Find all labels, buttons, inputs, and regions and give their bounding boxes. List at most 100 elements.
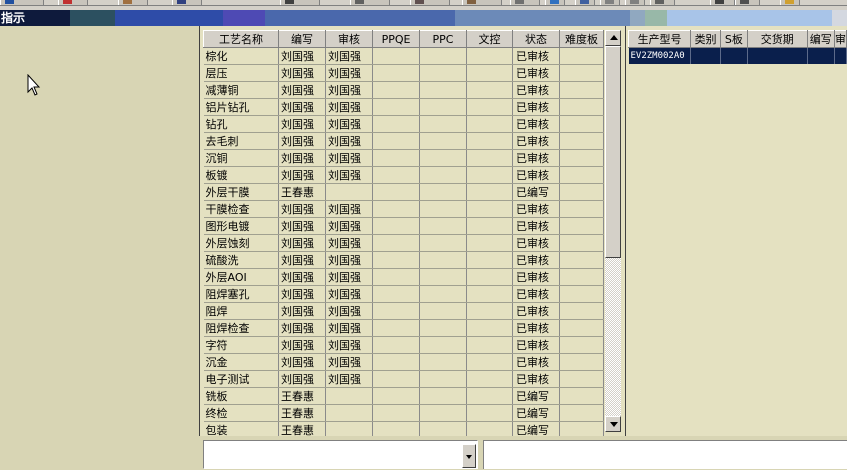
table-cell[interactable]: 刘国强	[278, 132, 326, 150]
table-cell[interactable]	[372, 47, 420, 65]
toolbar-button-15[interactable]	[710, 0, 735, 5]
table-cell[interactable]	[419, 336, 467, 354]
table-cell[interactable]: EV2ZM002A0	[628, 47, 692, 64]
table-cell[interactable]: 刘国强	[325, 353, 373, 371]
table-cell[interactable]	[466, 200, 513, 218]
table-cell[interactable]: 板镀	[203, 166, 279, 184]
table-cell[interactable]: 外层蚀刻	[203, 234, 279, 252]
table-cell[interactable]	[372, 251, 420, 269]
table-cell[interactable]	[559, 285, 604, 303]
table-cell[interactable]	[466, 217, 513, 235]
table-cell[interactable]: 棕化	[203, 47, 279, 65]
table-cell[interactable]	[419, 234, 467, 252]
table-cell[interactable]: 硫酸洗	[203, 251, 279, 269]
column-header[interactable]: PPC	[419, 30, 467, 48]
table-cell[interactable]: 已审核	[512, 166, 560, 184]
table-cell[interactable]: 已审核	[512, 285, 560, 303]
toolbar-button-2[interactable]	[58, 0, 88, 5]
table-cell[interactable]	[372, 200, 420, 218]
table-cell[interactable]	[325, 404, 373, 422]
table-cell[interactable]	[807, 47, 835, 64]
table-row[interactable]: 沉金 刘国强 刘国强 已审核	[203, 353, 604, 371]
table-cell[interactable]: 干膜检查	[203, 200, 279, 218]
table-cell[interactable]	[559, 166, 604, 184]
table-cell[interactable]	[466, 387, 513, 405]
table-cell[interactable]: 层压	[203, 64, 279, 82]
table-cell[interactable]: 刘国强	[325, 81, 373, 99]
table-cell[interactable]: 已审核	[512, 268, 560, 286]
table-cell[interactable]: 王春惠	[278, 183, 326, 201]
table-cell[interactable]: 刘国强	[278, 115, 326, 133]
table-cell[interactable]	[419, 115, 467, 133]
table-cell[interactable]	[559, 149, 604, 167]
table-cell[interactable]: 刘国强	[325, 234, 373, 252]
table-cell[interactable]: 刘国强	[325, 200, 373, 218]
table-cell[interactable]	[720, 47, 748, 64]
table-cell[interactable]: 刘国强	[278, 98, 326, 116]
table-row[interactable]: EV2ZM002A0	[628, 47, 847, 64]
table-cell[interactable]	[559, 132, 604, 150]
table-cell[interactable]: 铝片钻孔	[203, 98, 279, 116]
table-cell[interactable]	[372, 81, 420, 99]
toolbar-button-8[interactable]	[462, 0, 502, 5]
table-cell[interactable]: 字符	[203, 336, 279, 354]
table-cell[interactable]	[372, 234, 420, 252]
table-cell[interactable]: 刘国强	[278, 64, 326, 82]
table-cell[interactable]	[419, 251, 467, 269]
table-cell[interactable]: 已审核	[512, 217, 560, 235]
table-cell[interactable]: 已审核	[512, 319, 560, 337]
table-cell[interactable]: 刘国强	[325, 268, 373, 286]
table-row[interactable]: 棕化 刘国强 刘国强 已审核	[203, 47, 604, 65]
table-cell[interactable]: 刘国强	[325, 285, 373, 303]
table-cell[interactable]: 已审核	[512, 81, 560, 99]
table-cell[interactable]	[372, 319, 420, 337]
table-cell[interactable]	[559, 353, 604, 371]
table-cell[interactable]	[419, 387, 467, 405]
table-cell[interactable]	[372, 98, 420, 116]
table-cell[interactable]: 刘国强	[325, 47, 373, 65]
table-cell[interactable]: 刘国强	[325, 166, 373, 184]
table-cell[interactable]	[466, 149, 513, 167]
table-cell[interactable]: 终检	[203, 404, 279, 422]
table-cell[interactable]: 阻焊塞孔	[203, 285, 279, 303]
memo-field[interactable]	[483, 440, 847, 469]
table-cell[interactable]	[559, 370, 604, 388]
toolbar-button-1[interactable]	[0, 0, 44, 5]
table-row[interactable]: 外层干膜 王春惠 已编写	[203, 183, 604, 201]
table-cell[interactable]: 刘国强	[278, 234, 326, 252]
table-row[interactable]: 钻孔 刘国强 刘国强 已审核	[203, 115, 604, 133]
table-cell[interactable]	[372, 64, 420, 82]
table-cell[interactable]: 电子测试	[203, 370, 279, 388]
table-cell[interactable]	[372, 285, 420, 303]
table-cell[interactable]: 已编写	[512, 387, 560, 405]
table-cell[interactable]	[466, 268, 513, 286]
toolbar-button-11[interactable]	[575, 0, 595, 5]
table-cell[interactable]	[419, 268, 467, 286]
toolbar-button-9[interactable]	[510, 0, 540, 5]
table-cell[interactable]	[466, 166, 513, 184]
table-cell[interactable]	[559, 217, 604, 235]
table-cell[interactable]	[559, 336, 604, 354]
table-cell[interactable]	[466, 285, 513, 303]
table-cell[interactable]	[466, 370, 513, 388]
table-cell[interactable]	[559, 200, 604, 218]
table-cell[interactable]	[559, 47, 604, 65]
table-cell[interactable]	[690, 47, 722, 64]
table-cell[interactable]	[466, 302, 513, 320]
table-cell[interactable]	[372, 115, 420, 133]
combo-drop-button[interactable]	[462, 444, 476, 468]
column-header[interactable]: S板	[720, 30, 748, 48]
column-header[interactable]: 状态	[512, 30, 560, 48]
table-cell[interactable]	[559, 115, 604, 133]
table-cell[interactable]	[372, 132, 420, 150]
toolbar-button-14[interactable]	[650, 0, 675, 5]
table-row[interactable]: 终检 王春惠 已编写	[203, 404, 604, 422]
table-cell[interactable]	[419, 64, 467, 82]
toolbar-button-6[interactable]	[350, 0, 390, 5]
table-cell[interactable]: 已审核	[512, 149, 560, 167]
column-header[interactable]: 生产型号	[627, 30, 692, 48]
table-cell[interactable]	[834, 47, 847, 64]
table-cell[interactable]	[419, 285, 467, 303]
table-cell[interactable]: 刘国强	[278, 353, 326, 371]
table-row[interactable]: 阻焊检查 刘国强 刘国强 已审核	[203, 319, 604, 337]
